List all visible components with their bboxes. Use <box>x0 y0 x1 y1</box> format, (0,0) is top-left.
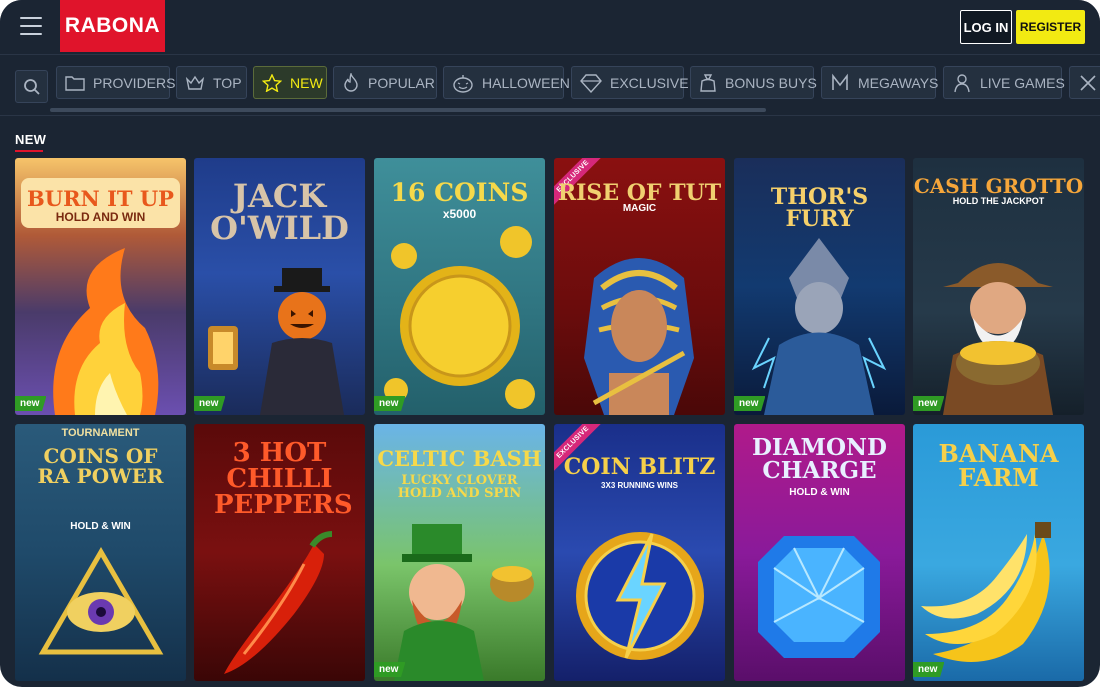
section-underline <box>15 150 43 152</box>
game-title: COINS OF RA POWER <box>37 444 164 488</box>
game-tile-thors-fury[interactable]: THOR'S FURY new <box>734 158 905 415</box>
game-tile-3-hot-chilli-peppers[interactable]: 3 HOT CHILLI PEPPERS <box>194 424 365 681</box>
dealer-icon <box>954 73 970 92</box>
category-halloween[interactable]: HALLOWEEN <box>443 66 570 99</box>
category-new[interactable]: NEW <box>253 66 327 99</box>
search-icon <box>23 78 40 95</box>
game-title: CASH GROTTO <box>913 174 1084 198</box>
register-button[interactable]: REGISTER <box>1016 10 1085 44</box>
game-title: BANANA FARM <box>938 439 1059 492</box>
game-tile-16-coins[interactable]: 16 COINS x5000 new <box>374 158 545 415</box>
category-label: HALLOWEEN <box>482 74 570 91</box>
category-bar: PROVIDERS TOP NEW POPULAR HALLOWEEN EXCL… <box>0 56 1100 116</box>
game-subtitle: HOLD THE JACKPOT <box>952 196 1045 206</box>
search-button[interactable] <box>15 70 48 103</box>
game-tile-cash-grotto[interactable]: CASH GROTTO HOLD THE JACKPOT new <box>913 158 1084 415</box>
folder-icon <box>65 75 85 91</box>
category-popular[interactable]: POPULAR <box>333 66 437 99</box>
tools-icon <box>1080 74 1096 91</box>
new-badge: new <box>194 396 226 411</box>
game-title: 16 COINS <box>390 178 529 207</box>
login-button[interactable]: LOG IN <box>960 10 1012 44</box>
new-badge: new <box>374 396 406 411</box>
category-exclusive[interactable]: EXCLUSIVE <box>571 66 689 99</box>
gem-icon <box>580 73 602 93</box>
game-subtitle: MAGIC <box>622 203 657 214</box>
game-title: RISE OF TUT <box>557 180 722 206</box>
game-subtitle: HOLD & WIN <box>789 487 850 498</box>
category-bonus-buys[interactable]: BONUS BUYS <box>690 66 817 99</box>
crown-icon <box>185 75 205 90</box>
category-label: BONUS BUYS <box>725 74 817 91</box>
flame-icon <box>344 72 358 92</box>
new-badge: new <box>913 396 945 411</box>
pumpkin-icon <box>453 74 473 93</box>
category-label: NEW <box>290 74 323 91</box>
category-label: LIVE GAMES <box>980 74 1065 91</box>
menu-icon[interactable] <box>20 17 44 37</box>
game-tile-coins-of-ra-power[interactable]: TOURNAMENT COINS OF RA POWER HOLD & WIN <box>15 424 186 681</box>
category-label: MEGAWAYS <box>858 74 939 91</box>
game-title: BURN IT UP <box>27 186 174 211</box>
game-title: COIN BLITZ <box>563 454 716 480</box>
game-subtitle: HOLD AND WIN <box>55 210 146 224</box>
new-badge: new <box>913 662 945 677</box>
category-label: TOP <box>213 74 242 91</box>
category-label: PROVIDERS <box>93 74 176 91</box>
game-title: 3 HOT CHILLI PEPPERS <box>214 438 353 520</box>
game-subtitle: 3X3 RUNNING WINS <box>601 481 678 490</box>
new-badge: new <box>734 396 766 411</box>
category-megaways[interactable]: MEGAWAYS <box>821 66 939 99</box>
new-badge: new <box>374 662 406 677</box>
section-title: NEW <box>15 132 47 147</box>
category-live-games[interactable]: LIVE GAMES <box>943 66 1065 99</box>
top-header: RABONA LOG IN REGISTER <box>0 0 1100 55</box>
game-tile-celtic-bash[interactable]: CELTIC BASH LUCKY CLOVER HOLD AND SPIN n… <box>374 424 545 681</box>
game-subtitle: HOLD & WIN <box>70 521 131 532</box>
game-tile-coin-blitz[interactable]: EXCLUSIVE COIN BLITZ 3X3 RUNNING WINS <box>554 424 725 681</box>
category-providers[interactable]: PROVIDERS <box>56 66 175 99</box>
game-tile-diamond-charge[interactable]: DIAMOND CHARGE HOLD & WIN <box>734 424 905 681</box>
game-title: THOR'S FURY <box>770 184 869 232</box>
game-tile-jack-o-wild[interactable]: JACK O'WILD new <box>194 158 365 415</box>
megaways-icon <box>832 73 848 90</box>
app-frame: RABONA LOG IN REGISTER PROVIDERS TOP NEW… <box>0 0 1100 687</box>
new-badge: new <box>15 396 47 411</box>
category-label: EXCLUSIVE <box>610 74 689 91</box>
game-subtitle: x5000 <box>442 207 477 221</box>
category-top[interactable]: TOP <box>176 66 247 99</box>
game-title: CELTIC BASH <box>377 446 542 471</box>
game-title: DIAMOND CHARGE <box>751 434 887 484</box>
category-scrollbar[interactable] <box>50 108 766 112</box>
game-title: JACK O'WILD <box>210 177 349 247</box>
game-tile-rise-of-tut[interactable]: EXCLUSIVE RISE OF TUT MAGIC <box>554 158 725 415</box>
category-label: POPULAR <box>368 74 435 91</box>
game-pretitle: TOURNAMENT <box>61 427 140 439</box>
game-subtitle: LUCKY CLOVER HOLD AND SPIN <box>397 473 522 501</box>
game-tile-banana-farm[interactable]: BANANA FARM new <box>913 424 1084 681</box>
star-icon <box>262 73 282 92</box>
bag-icon <box>700 73 716 92</box>
category-more[interactable] <box>1069 66 1100 99</box>
rabona-logo[interactable]: RABONA <box>60 0 165 52</box>
game-tile-burn-it-up[interactable]: BURN IT UP HOLD AND WIN new <box>15 158 186 415</box>
